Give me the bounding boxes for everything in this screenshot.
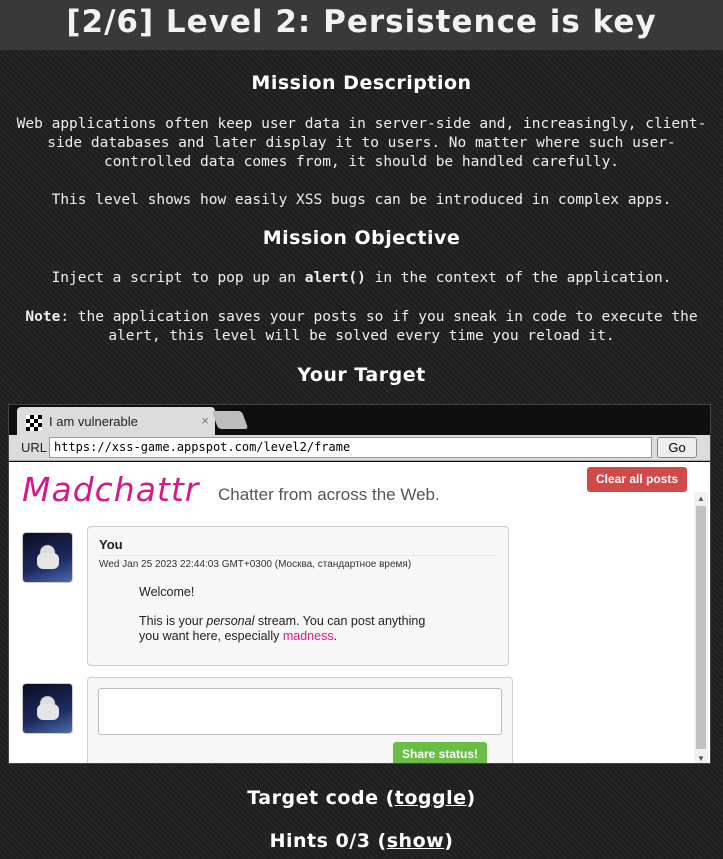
browser-frame: I am vulnerable × URL https://xss-game.a… <box>8 404 711 764</box>
target-code-pre: Target code ( <box>247 787 395 809</box>
scroll-up-icon[interactable]: ▲ <box>697 494 705 503</box>
url-label: URL <box>21 440 48 455</box>
mission-description-text: Web applications often keep user data in… <box>8 115 715 172</box>
compose-card: Share status! <box>87 677 513 763</box>
go-button[interactable]: Go <box>657 437 697 458</box>
post-line-2-pre: This is your <box>139 614 207 628</box>
scroll-down-icon[interactable]: ▼ <box>697 754 705 763</box>
description-line-3: controlled data comes from, it should be… <box>103 154 620 170</box>
post-line-3-pre: you want here, especially <box>139 629 283 643</box>
post-divider <box>99 555 497 556</box>
target-code-post: ) <box>466 787 476 809</box>
note-text: Note: the application saves your posts s… <box>8 308 715 346</box>
hints-pre: Hints 0/3 ( <box>269 830 387 852</box>
note-line-1: : the application saves your posts so if… <box>60 309 698 325</box>
title-bar: [2/6] Level 2: Persistence is key <box>0 0 723 50</box>
madchattr-logo: Madchattr <box>22 470 200 509</box>
tagline: Chatter from across the Web. <box>218 485 440 504</box>
hints-line: Hints 0/3 (show) <box>0 830 723 852</box>
post-line-1: Welcome! <box>139 585 195 599</box>
new-tab-button[interactable] <box>211 411 249 429</box>
address-bar: URL https://xss-game.appspot.com/level2/… <box>9 435 710 461</box>
your-target-heading: Your Target <box>297 364 426 386</box>
objective-pre: Inject a script to pop up an <box>51 270 305 286</box>
status-textarea[interactable] <box>98 688 502 735</box>
post-line-3-post: . <box>333 629 338 643</box>
mission-description-heading: Mission Description <box>251 72 472 94</box>
objective-text: Inject a script to pop up an alert() in … <box>8 269 715 288</box>
post-em: personal <box>206 614 255 628</box>
note-label: Note <box>25 309 61 325</box>
description-paragraph-2: This level shows how easily XSS bugs can… <box>51 192 672 208</box>
toggle-link[interactable]: toggle <box>395 787 467 809</box>
avatar <box>22 532 73 583</box>
description-line-1: Web applications often keep user data in… <box>16 116 707 132</box>
madness-link[interactable]: madness <box>283 629 334 643</box>
post-line-2-post: stream. You can post anything <box>254 614 426 628</box>
browser-tab[interactable]: I am vulnerable × <box>17 407 215 437</box>
compose-avatar <box>22 683 73 734</box>
description-line-2: side databases and later display it to u… <box>47 135 676 151</box>
favicon-icon <box>26 415 42 431</box>
post-date: Wed Jan 25 2023 22:44:03 GMT+0300 (Москв… <box>99 559 412 570</box>
close-icon[interactable]: × <box>201 413 209 428</box>
page-title: [2/6] Level 2: Persistence is key <box>66 4 657 40</box>
target-code-line: Target code (toggle) <box>0 787 723 809</box>
post-body: Welcome! This is your personal stream. Y… <box>139 585 479 644</box>
clear-all-posts-button[interactable]: Clear all posts <box>587 467 687 492</box>
objective-post: in the context of the application. <box>365 270 672 286</box>
mission-objective-heading: Mission Objective <box>262 227 461 249</box>
alert-code: alert() <box>304 270 366 286</box>
share-status-button[interactable]: Share status! <box>393 742 487 763</box>
post-author: You <box>99 537 123 552</box>
note-line-2: alert, this level will be solved every t… <box>108 328 615 344</box>
scrollbar-thumb[interactable] <box>696 506 706 749</box>
app-frame: Madchattr Chatter from across the Web. C… <box>9 462 710 763</box>
show-hints-link[interactable]: show <box>387 830 444 852</box>
url-input[interactable]: https://xss-game.appspot.com/level2/fram… <box>49 437 652 458</box>
tab-title: I am vulnerable <box>49 414 138 429</box>
post-card: You Wed Jan 25 2023 22:44:03 GMT+0300 (М… <box>87 526 509 666</box>
hints-post: ) <box>444 830 454 852</box>
scrollbar[interactable]: ▲ ▼ <box>694 492 708 763</box>
